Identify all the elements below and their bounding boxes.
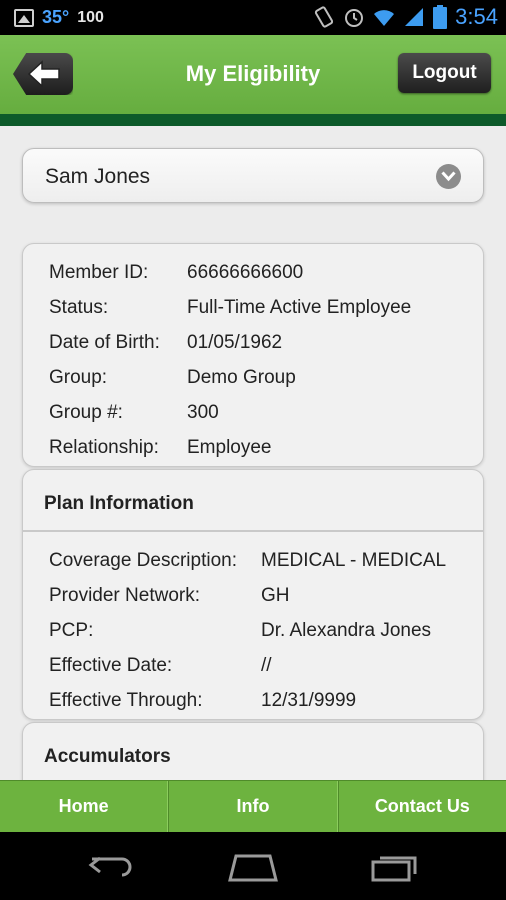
group-value: Demo Group: [187, 367, 296, 388]
battery-level-text: 100: [77, 8, 104, 26]
plan-info-card: Plan Information Coverage Description: M…: [22, 469, 484, 720]
logout-button[interactable]: Logout: [398, 53, 491, 93]
home-nav-icon[interactable]: [226, 852, 280, 882]
system-nav-bar: [0, 832, 506, 900]
status-label: Status:: [49, 297, 109, 318]
effective-date-value: //: [261, 655, 272, 676]
status-bar: 35° 100 3:54: [0, 0, 506, 35]
temperature-text: 35°: [42, 7, 70, 27]
status-right: 3:54: [313, 4, 498, 30]
alarm-icon: [345, 9, 364, 27]
signal-icon: [405, 8, 424, 26]
effective-date-label: Effective Date:: [49, 655, 173, 676]
dob-value: 01/05/1962: [187, 332, 283, 353]
plan-info-title: Plan Information: [23, 470, 483, 532]
pcp-label: PCP:: [49, 620, 94, 641]
app-header: My Eligibility Logout: [0, 35, 506, 114]
coverage-label: Coverage Description:: [49, 550, 237, 571]
group-number-value: 300: [187, 402, 219, 423]
tab-info[interactable]: Info: [168, 781, 338, 832]
tab-home[interactable]: Home: [0, 781, 169, 832]
status-value: Full-Time Active Employee: [187, 297, 412, 318]
group-number-label: Group #:: [49, 402, 123, 423]
accumulators-title: Accumulators: [44, 746, 171, 767]
provider-network-value: GH: [261, 585, 290, 606]
member-dropdown-value: Sam Jones: [45, 165, 151, 188]
relationship-label: Relationship:: [49, 437, 159, 458]
status-left: 35° 100: [14, 7, 104, 28]
member-dropdown[interactable]: Sam Jones: [22, 148, 484, 203]
group-label: Group:: [49, 367, 108, 388]
chevron-down-icon: [436, 164, 461, 189]
wifi-icon: [374, 10, 395, 26]
provider-network-label: Provider Network:: [49, 585, 200, 606]
header-stripe: [0, 114, 506, 126]
tab-contact-us[interactable]: Contact Us: [337, 781, 506, 832]
effective-through-value: 12/31/9999: [261, 690, 357, 711]
image-icon: [14, 8, 34, 27]
battery-icon: [433, 5, 448, 29]
member-info-card: Member ID: 66666666600 Status: Full-Time…: [22, 243, 484, 467]
member-id-label: Member ID:: [49, 262, 149, 283]
dob-label: Date of Birth:: [49, 332, 160, 353]
clock-text: 3:54: [455, 4, 498, 29]
relationship-value: Employee: [187, 437, 272, 458]
member-id-value: 66666666600: [187, 262, 304, 283]
recent-apps-nav-icon[interactable]: [370, 852, 420, 882]
coverage-value: MEDICAL - MEDICAL: [261, 550, 447, 571]
back-nav-icon[interactable]: [88, 852, 136, 880]
effective-through-label: Effective Through:: [49, 690, 203, 711]
pcp-value: Dr. Alexandra Jones: [261, 620, 432, 641]
bottom-tab-bar: Home Info Contact Us: [0, 780, 506, 832]
vibrate-icon: [315, 6, 334, 28]
